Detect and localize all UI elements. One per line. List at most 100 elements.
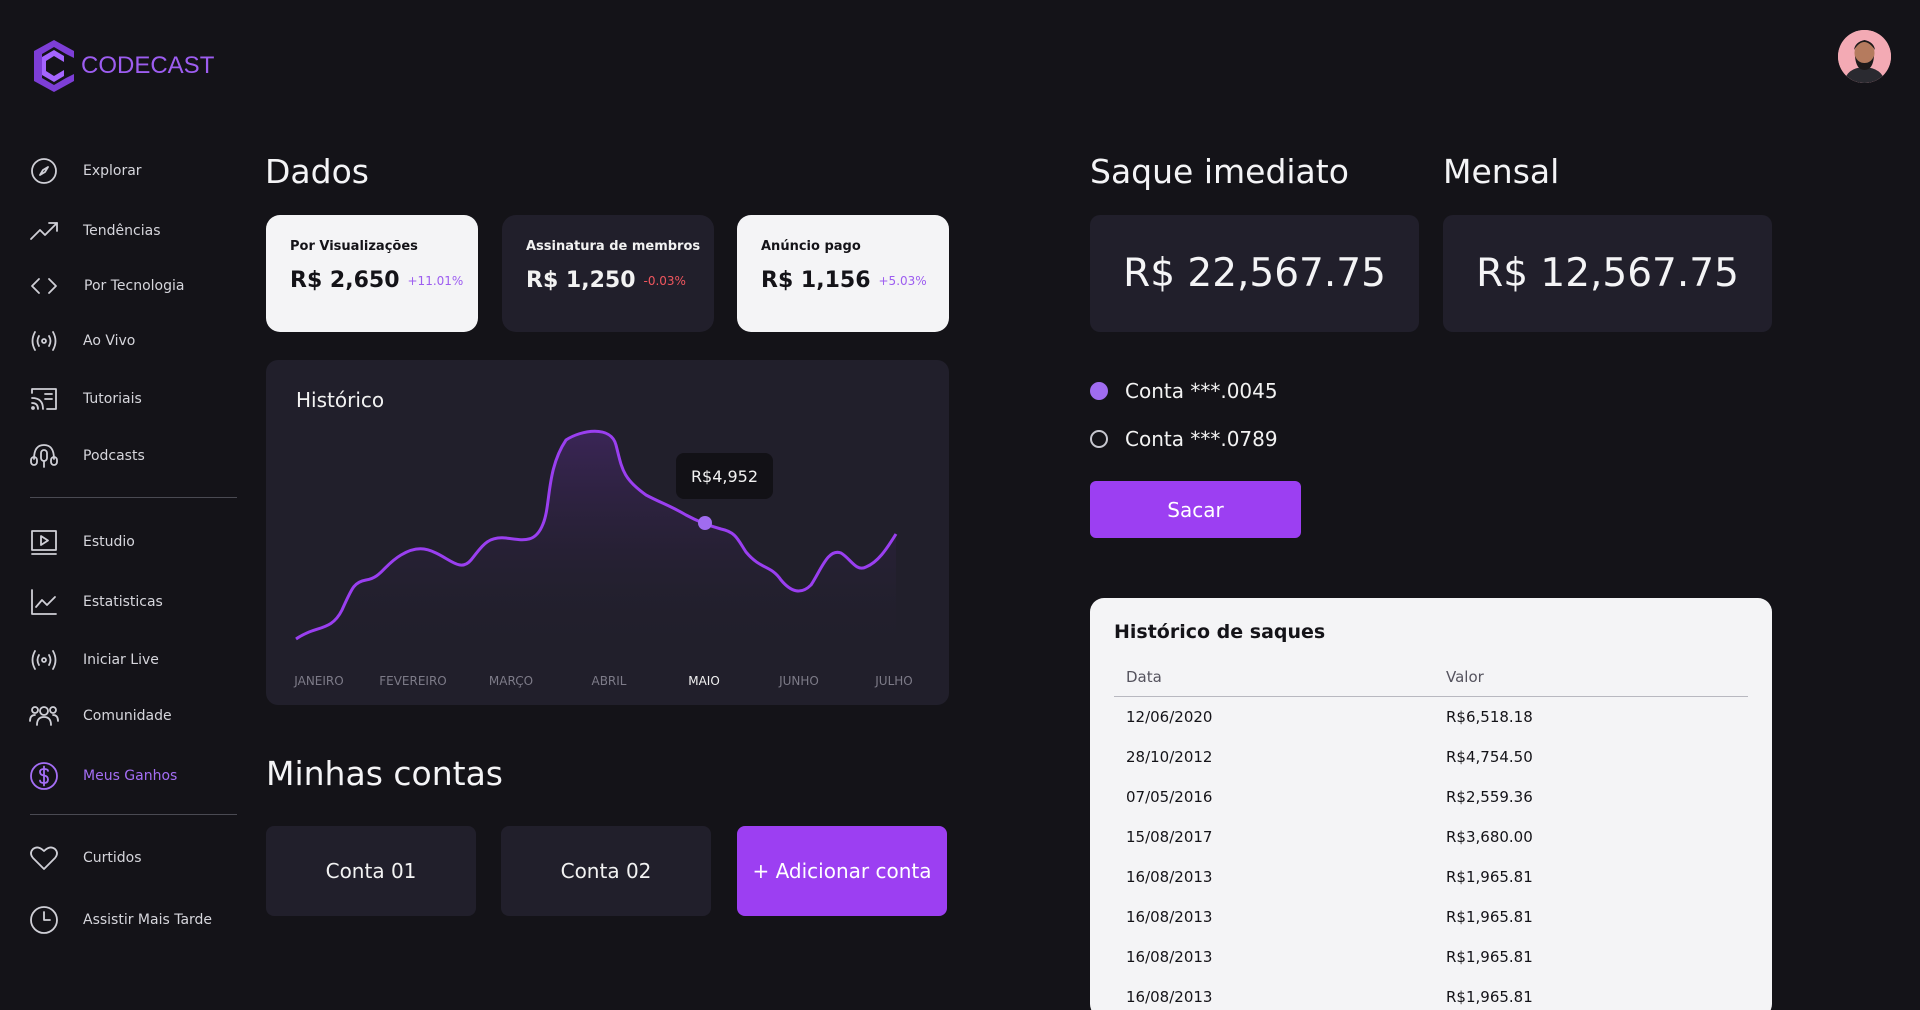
x-tick-label: JULHO xyxy=(875,674,913,688)
sidebar-item-label: Tutoriais xyxy=(83,391,142,407)
users-icon xyxy=(28,700,60,732)
stat-label: Assinatura de membros xyxy=(526,239,701,254)
table-row: 12/06/2020 R$6,518.18 xyxy=(1114,698,1748,738)
x-tick-label: ABRIL xyxy=(591,674,627,688)
x-tick-label: MARÇO xyxy=(488,674,534,688)
row-date: 28/10/2012 xyxy=(1126,748,1213,766)
sidebar-item-meus-ganhos[interactable]: Meus Ganhos xyxy=(28,758,177,794)
table-row: 07/05/2016 R$2,559.36 xyxy=(1114,778,1748,818)
row-value: R$1,965.81 xyxy=(1446,988,1533,1006)
add-account-button[interactable]: + Adicionar conta xyxy=(737,826,947,916)
broadcast-icon xyxy=(28,644,60,676)
stat-label: Por Visualizações xyxy=(290,239,418,254)
row-value: R$1,965.81 xyxy=(1446,948,1533,966)
stat-card-visualizacoes[interactable]: Por Visualizações R$ 2,650 +11.01% xyxy=(266,215,478,332)
chart-tooltip: R$4,952 xyxy=(676,453,773,499)
row-value: R$1,965.81 xyxy=(1446,868,1533,886)
stat-value: R$ 1,156 xyxy=(761,268,871,293)
clock-icon xyxy=(28,904,60,936)
compass-icon xyxy=(28,155,60,187)
row-value: R$4,754.50 xyxy=(1446,748,1533,766)
mensal-title: Mensal xyxy=(1443,152,1560,191)
row-date: 16/08/2013 xyxy=(1126,948,1213,966)
sidebar-item-label: Por Tecnologia xyxy=(84,278,185,294)
brand-logo[interactable]: CODECAST xyxy=(30,38,214,94)
sidebar-item-ao-vivo[interactable]: Ao Vivo xyxy=(28,323,135,359)
account-radio-0789[interactable]: Conta ***.0789 xyxy=(1090,427,1278,451)
column-header-valor: Valor xyxy=(1446,668,1484,686)
line-chart-icon xyxy=(28,586,60,618)
historico-saques-table: Histórico de saques Data Valor 12/06/202… xyxy=(1090,598,1772,1010)
account-radio-0045[interactable]: Conta ***.0045 xyxy=(1090,379,1278,403)
sidebar-item-label: Assistir Mais Tarde xyxy=(83,912,213,928)
sidebar-item-label: Ao Vivo xyxy=(83,333,136,349)
user-avatar[interactable] xyxy=(1838,30,1891,83)
sidebar-item-tendencias[interactable]: Tendências xyxy=(28,213,161,249)
table-row: 16/08/2013 R$1,965.81 xyxy=(1114,898,1748,938)
row-date: 16/08/2013 xyxy=(1126,868,1213,886)
saque-imediato-value: R$ 22,567.75 xyxy=(1090,215,1419,332)
sidebar-item-explorar[interactable]: Explorar xyxy=(28,153,142,189)
x-tick-label: FEVEREIRO xyxy=(379,674,447,688)
x-tick-label: JUNHO xyxy=(779,674,819,688)
sidebar-item-iniciar-live[interactable]: Iniciar Live xyxy=(28,642,159,678)
sidebar-item-label: Iniciar Live xyxy=(83,652,159,668)
table-row: 15/08/2017 R$3,680.00 xyxy=(1114,818,1748,858)
row-date: 16/08/2013 xyxy=(1126,908,1213,926)
sidebar-item-label: Podcasts xyxy=(83,448,145,464)
mensal-value: R$ 12,567.75 xyxy=(1443,215,1772,332)
sidebar-item-comunidade[interactable]: Comunidade xyxy=(28,698,172,734)
conta-01-button[interactable]: Conta 01 xyxy=(266,826,476,916)
table-row: 16/08/2013 R$1,965.81 xyxy=(1114,938,1748,978)
stat-card-assinatura[interactable]: Assinatura de membros R$ 1,250 -0.03% xyxy=(502,215,714,332)
x-tick-label: JANEIRO xyxy=(294,674,344,688)
sidebar-item-tutoriais[interactable]: Tutoriais xyxy=(28,381,142,417)
saque-imediato-title: Saque imediato xyxy=(1090,152,1349,191)
trending-up-icon xyxy=(28,215,60,247)
chart-area xyxy=(296,431,896,652)
row-value: R$6,518.18 xyxy=(1446,708,1533,726)
row-date: 07/05/2016 xyxy=(1126,788,1213,806)
row-value: R$1,965.81 xyxy=(1446,908,1533,926)
sidebar-divider xyxy=(30,814,237,815)
row-value: R$2,559.36 xyxy=(1446,788,1533,806)
stat-change: +5.03% xyxy=(878,273,927,288)
broadcast-icon xyxy=(28,325,60,357)
heart-icon xyxy=(28,842,60,874)
sidebar-item-label: Explorar xyxy=(83,163,142,179)
sidebar-item-estatisticas[interactable]: Estatisticas xyxy=(28,584,163,620)
sidebar-item-estudio[interactable]: Estudio xyxy=(28,524,135,560)
sidebar-item-podcasts[interactable]: Podcasts xyxy=(28,438,145,474)
radio-button-selected[interactable] xyxy=(1090,382,1108,400)
code-icon xyxy=(28,270,60,302)
sidebar-item-label: Comunidade xyxy=(83,708,172,724)
radio-button[interactable] xyxy=(1090,430,1108,448)
stat-card-anuncio[interactable]: Anúncio pago R$ 1,156 +5.03% xyxy=(737,215,949,332)
stat-value: R$ 1,250 xyxy=(526,268,636,293)
podcast-icon xyxy=(28,440,60,472)
table-row: 16/08/2013 R$1,965.81 xyxy=(1114,858,1748,898)
sidebar-item-label: Tendências xyxy=(83,223,161,239)
chart-highlight-point xyxy=(698,516,712,530)
table-row: 16/08/2013 R$1,965.81 xyxy=(1114,978,1748,1010)
sidebar-item-assistir-mais-tarde[interactable]: Assistir Mais Tarde xyxy=(28,902,212,938)
stat-change: +11.01% xyxy=(407,273,464,288)
sidebar-item-por-tecnologia[interactable]: Por Tecnologia xyxy=(28,268,184,304)
account-label: Conta ***.0045 xyxy=(1125,379,1278,403)
row-date: 16/08/2013 xyxy=(1126,988,1213,1006)
stat-label: Anúncio pago xyxy=(761,239,861,254)
sidebar-item-label: Curtidos xyxy=(83,850,142,866)
historico-saques-title: Histórico de saques xyxy=(1114,621,1326,643)
x-tick-label-active: MAIO xyxy=(688,674,720,688)
sidebar-item-curtidos[interactable]: Curtidos xyxy=(28,840,142,876)
row-value: R$3,680.00 xyxy=(1446,828,1533,846)
video-icon xyxy=(28,526,60,558)
dollar-icon xyxy=(28,760,60,792)
sidebar-divider xyxy=(30,497,237,498)
avatar-image xyxy=(1838,30,1891,83)
sidebar-item-label: Meus Ganhos xyxy=(83,768,178,784)
minhas-contas-title: Minhas contas xyxy=(266,754,503,793)
conta-02-button[interactable]: Conta 02 xyxy=(501,826,711,916)
stat-change: -0.03% xyxy=(643,273,686,288)
sacar-button[interactable]: Sacar xyxy=(1090,481,1301,538)
